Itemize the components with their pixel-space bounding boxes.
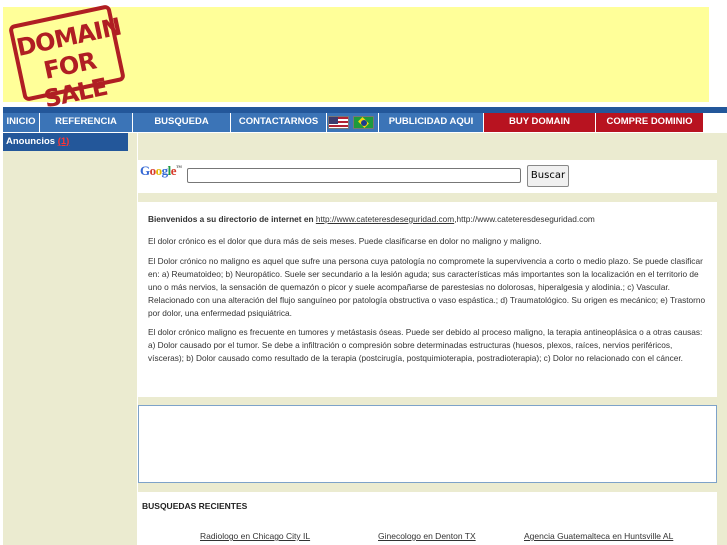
nav-inicio[interactable]: INICIO (3, 113, 40, 132)
nav-busqueda[interactable]: BUSQUEDA (133, 113, 231, 132)
paragraph-2: El Dolor crónico no maligno es aquel que… (148, 256, 706, 318)
google-search-box: Google™ Buscar (138, 160, 717, 193)
sidebar-anuncios-header[interactable]: Anouncios (1) (3, 133, 128, 151)
recent-searches: BUSQUEDAS RECIENTES Radiologo en Chicago… (138, 492, 717, 545)
main-content: Google™ Buscar Bienvenidos a su director… (138, 133, 727, 545)
welcome-rest: ,http://www.cateteresdeseguridad.com (454, 214, 595, 224)
nav-contactarnos[interactable]: CONTACTARNOS (231, 113, 327, 132)
anuncios-label: Anouncios (6, 136, 56, 147)
recent-link-1[interactable]: Radiologo en Chicago City IL (200, 531, 310, 541)
recent-link-2[interactable]: Ginecologo en Denton TX (378, 531, 476, 541)
anuncios-count[interactable]: (1) (58, 136, 70, 147)
welcome-paragraph: Bienvenidos a su directorio de internet … (148, 213, 708, 226)
google-logo: Google™ (140, 163, 182, 178)
paragraph-3: El dolor crónico maligno es frecuente en… (148, 327, 703, 363)
us-flag-icon[interactable] (328, 116, 349, 129)
nav-compre-dominio[interactable]: COMPRE DOMINIO (596, 113, 704, 132)
nav-buy-domain[interactable]: BUY DOMAIN (484, 113, 596, 132)
language-flags (327, 113, 379, 132)
article-content: Bienvenidos a su directorio de internet … (138, 202, 717, 397)
paragraph-1: El dolor crónico es el dolor que dura má… (148, 236, 542, 246)
sidebar: Anouncios (1) (3, 133, 137, 545)
ad-box (138, 405, 717, 483)
welcome-link[interactable]: http://www.cateteresdeseguridad.com (316, 214, 454, 224)
recent-searches-title: BUSQUEDAS RECIENTES (142, 501, 248, 511)
search-input[interactable] (187, 168, 521, 183)
google-tm: ™ (176, 165, 182, 172)
search-button[interactable]: Buscar (527, 165, 569, 187)
recent-link-3[interactable]: Agencia Guatemalteca en Huntsville AL (524, 531, 673, 541)
welcome-text: Bienvenidos a su directorio de internet … (148, 214, 314, 224)
top-nav: INICIO REFERENCIA BUSQUEDA CONTACTARNOS … (3, 113, 727, 132)
nav-referencia[interactable]: REFERENCIA (40, 113, 133, 132)
nav-publicidad[interactable]: PUBLICIDAD AQUI (379, 113, 484, 132)
brazil-flag-icon[interactable] (353, 116, 374, 129)
